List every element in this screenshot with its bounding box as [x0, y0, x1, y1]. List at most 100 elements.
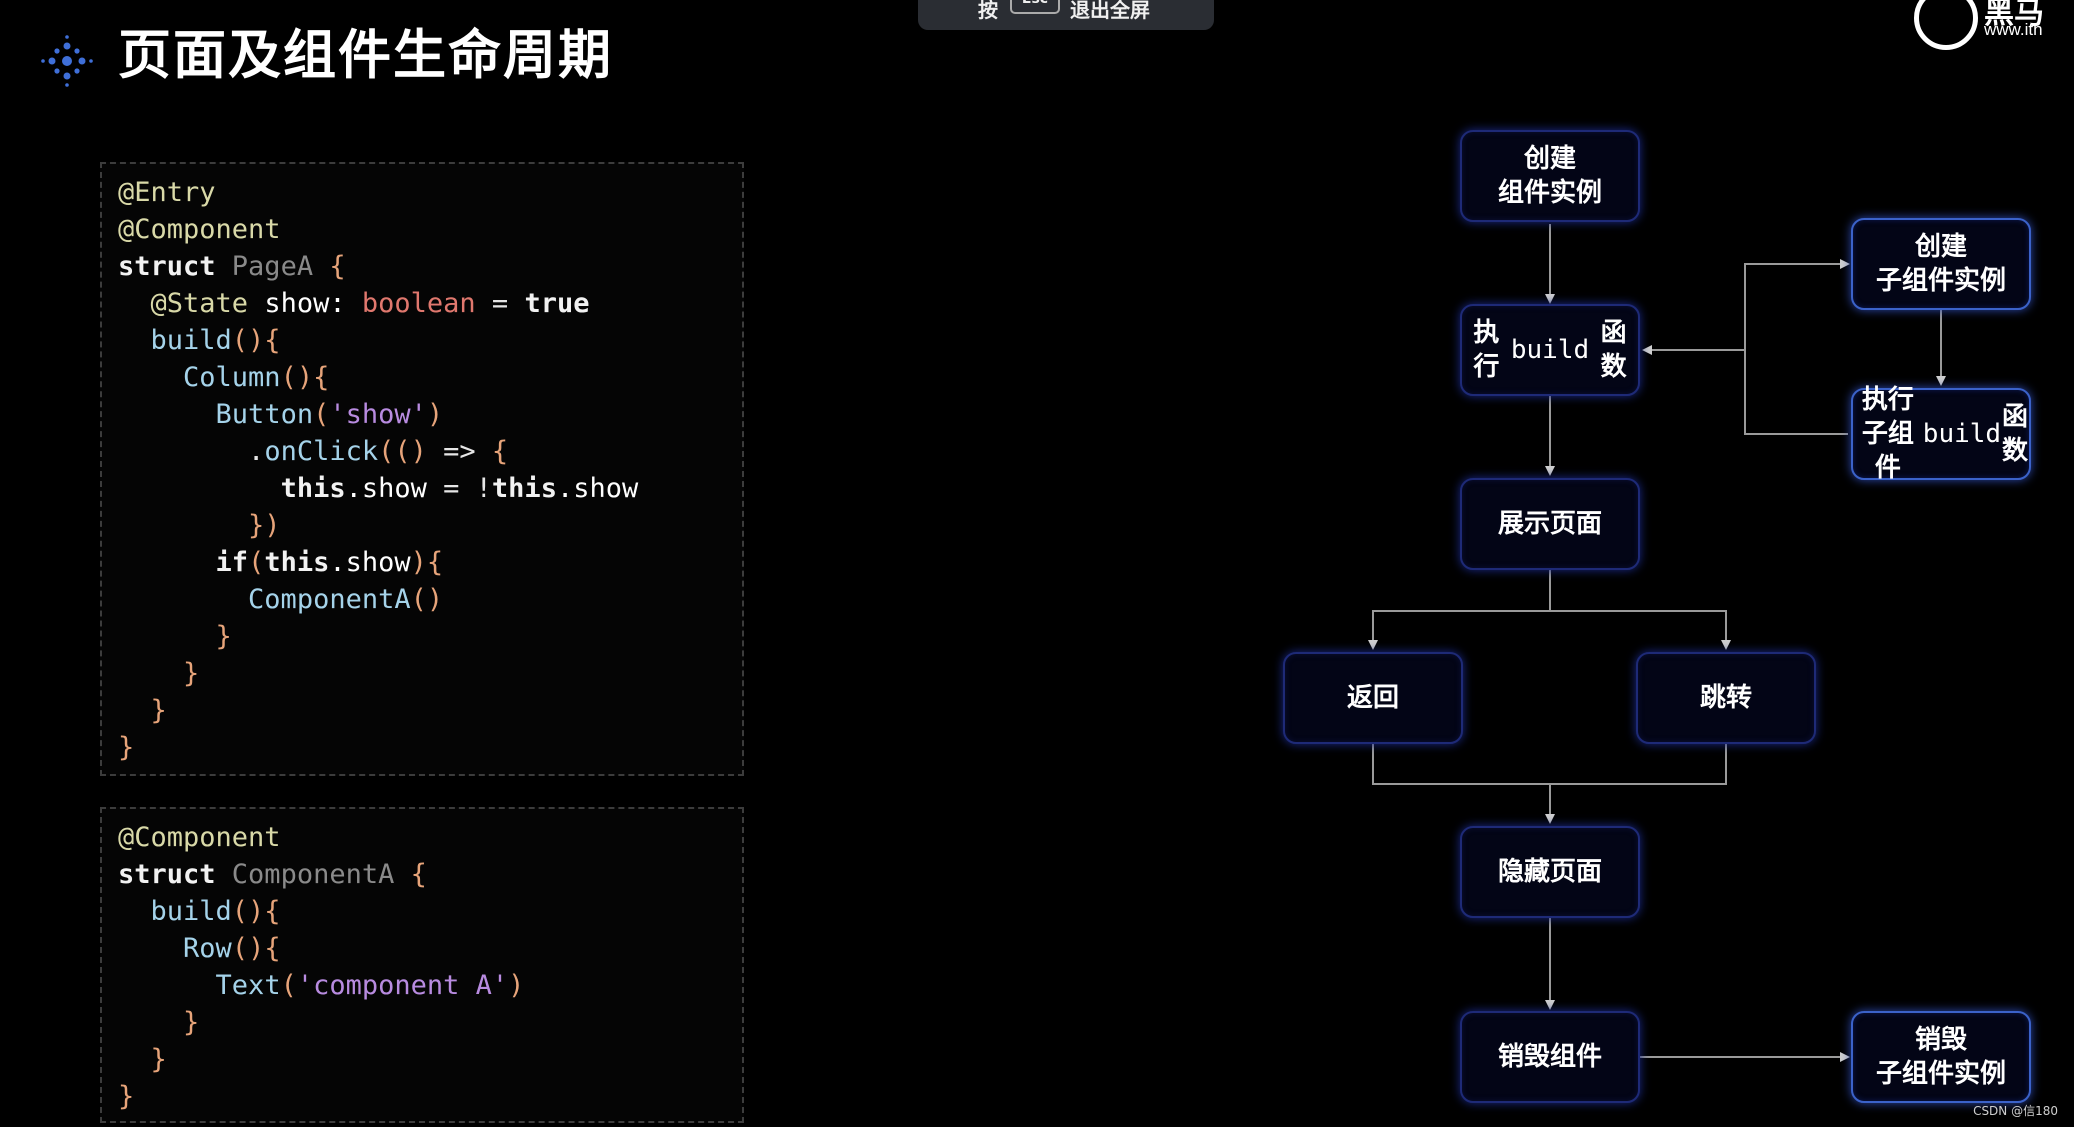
code-token: ( — [248, 547, 265, 578]
arrow-child-build-return — [1642, 345, 1848, 435]
code-token: .show — [329, 547, 411, 578]
code-token: .show — [345, 473, 444, 504]
code-line: } — [118, 1078, 134, 1115]
code-token: Column — [183, 362, 281, 393]
code-token: ( — [313, 399, 330, 430]
code-token: 'show' — [329, 399, 427, 430]
flow-box-create-component: 创建 组件实例 — [1460, 130, 1640, 222]
code-line: } — [118, 655, 199, 692]
code-line: @State show: boolean = true — [118, 285, 590, 322]
code-token: ComponentA — [248, 584, 411, 615]
code-token: } — [118, 732, 135, 763]
code-line: struct PageA { — [118, 248, 346, 285]
esc-key-badge: Esc — [1010, 0, 1060, 14]
code-line: } — [118, 1004, 199, 1041]
arrow-back-to-hide — [1372, 744, 1727, 785]
code-line: Column(){ — [118, 359, 329, 396]
horse-logo-icon — [1914, 0, 1978, 50]
code-token: Text — [215, 970, 281, 1001]
code-token: if — [215, 547, 249, 578]
flow-box-run-child-build: 执行子组件 build 函数 — [1851, 385, 2031, 483]
code-token: true — [524, 288, 590, 319]
code-token: @Component — [118, 214, 281, 245]
code-token: (){ — [231, 933, 281, 964]
code-line: build(){ — [118, 893, 281, 930]
code-token: struct — [118, 251, 232, 282]
brand-logo: 黑马 www.ith — [1914, 0, 2074, 50]
code-token: () — [410, 584, 444, 615]
code-line: ComponentA() — [118, 581, 443, 618]
code-line: struct ComponentA { — [118, 856, 427, 893]
code-token: Button — [215, 399, 314, 430]
brand-url: www.ith — [1984, 20, 2043, 39]
code-token: boolean — [361, 288, 476, 319]
hint-suffix: 退出全屏 — [1070, 0, 1150, 22]
build-word: build — [1922, 419, 2002, 449]
code-token: struct — [118, 859, 232, 890]
code-token: this — [264, 547, 330, 578]
code-token: } — [150, 695, 167, 726]
code-line: @Component — [118, 211, 281, 248]
code-token: => — [443, 436, 492, 467]
fullscreen-exit-hint: 按 Esc 退出全屏 — [918, 0, 1214, 30]
code-panel-pagea: @Entry @Component struct PageA { @State sh… — [100, 162, 744, 776]
code-token: onClick — [264, 436, 379, 467]
code-token: = — [475, 288, 525, 319]
code-token: this — [280, 473, 346, 504]
code-panel-componenta: @Component struct ComponentA { build(){ R… — [100, 807, 744, 1123]
code-line: Row(){ — [118, 930, 281, 967]
code-token: @Entry — [118, 177, 216, 208]
code-line: Button('show') — [118, 396, 444, 433]
code-token: @State — [150, 288, 265, 319]
flow-box-show-page: 展示页面 — [1460, 478, 1640, 570]
code-token: ) — [508, 970, 525, 1001]
code-token: ){ — [410, 547, 444, 578]
code-line: @Entry — [118, 174, 216, 211]
code-line: } — [118, 692, 167, 729]
code-token: .show — [556, 473, 639, 504]
code-token: PageA — [231, 251, 330, 282]
code-token: ( — [280, 970, 297, 1001]
code-line: @Component — [118, 819, 281, 856]
flow-box-jump: 跳转 — [1636, 652, 1816, 744]
code-line: if(this.show){ — [118, 544, 444, 581]
csdn-watermark: CSDN @信180 — [1973, 1104, 2058, 1118]
code-line: .onClick(() => { — [118, 433, 508, 470]
code-token: show: — [264, 288, 362, 319]
arrow-show-to-jump — [1550, 610, 1731, 650]
code-token: 'component A' — [296, 970, 509, 1001]
code-token: ) — [426, 399, 444, 430]
sparkle-logo-icon — [41, 35, 93, 87]
code-token: build — [150, 896, 232, 927]
code-token: } — [215, 621, 232, 652]
flow-box-hide-page: 隐藏页面 — [1460, 826, 1640, 918]
code-token: { — [329, 251, 346, 282]
flow-box-run-build: 执行 build 函数 — [1460, 304, 1640, 396]
flow-box-destroy-component: 销毁组件 — [1460, 1011, 1640, 1103]
code-token: } — [118, 1081, 135, 1112]
build-word: build — [1510, 335, 1590, 365]
code-token: Row — [183, 933, 232, 964]
code-token: } — [183, 658, 200, 689]
code-token: = ! — [443, 473, 492, 504]
code-token: ComponentA — [231, 859, 411, 890]
code-line: }) — [118, 507, 281, 544]
code-token: } — [150, 1044, 167, 1075]
code-token: (){ — [231, 325, 281, 356]
code-token: . — [118, 436, 265, 467]
code-token: } — [183, 1007, 200, 1038]
code-token: { — [491, 436, 509, 467]
code-token: (() — [378, 436, 444, 467]
hint-prefix: 按 — [978, 0, 998, 22]
